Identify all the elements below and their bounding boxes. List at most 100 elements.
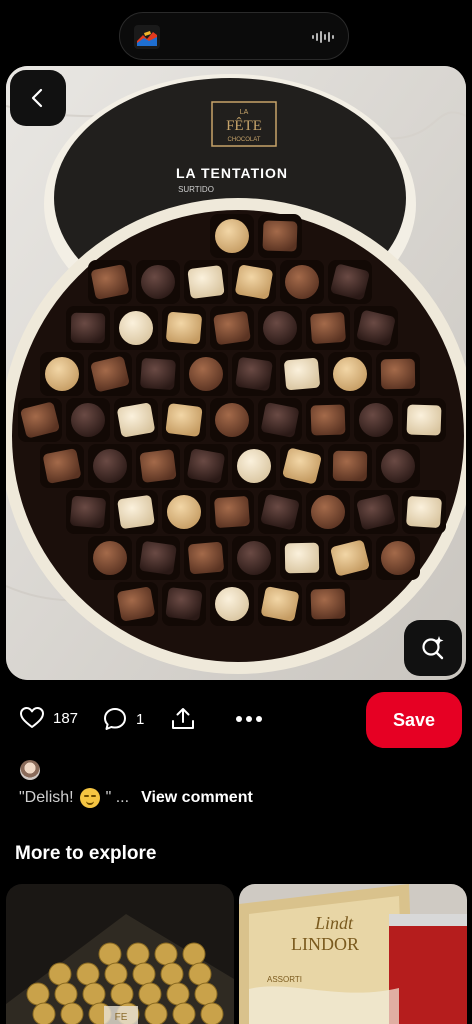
chocolate-piece	[310, 312, 346, 344]
comment-preview[interactable]: "Delish! " ... View comment	[19, 788, 253, 808]
action-bar: 187 1 Save	[0, 692, 472, 750]
lid-title: LA TENTATION	[176, 165, 288, 181]
gold-chocolate-ball	[60, 1002, 84, 1024]
chocolate-piece	[235, 265, 273, 299]
chocolate-piece	[381, 449, 415, 483]
chocolate-piece	[70, 312, 106, 344]
chocolate-piece	[237, 449, 271, 483]
audio-waveform-icon	[312, 29, 334, 45]
chocolate-piece	[310, 404, 346, 436]
more-to-explore-heading: More to explore	[15, 843, 157, 864]
comment-count: 1	[136, 710, 145, 728]
chocolate-piece	[165, 587, 203, 621]
lid-brand: FÊTE	[226, 117, 262, 134]
gold-chocolate-ball	[154, 942, 178, 966]
thumb-right-brand: Lindt	[314, 913, 354, 933]
chocolate-piece	[215, 587, 249, 621]
explore-pin-lindor[interactable]: Lindt LINDOR ASSORTI	[239, 884, 467, 1024]
pin-image[interactable]: LA FÊTE CHOCOLAT LA TENTATION SURTIDO	[6, 66, 466, 680]
chocolate-piece	[215, 403, 249, 437]
chocolate-piece	[93, 541, 127, 575]
ferrero-photo: FE	[6, 884, 234, 1024]
heart-icon	[20, 707, 44, 728]
app-thumbnail-icon	[134, 25, 160, 49]
chocolate-piece	[139, 449, 177, 483]
chocolate-piece	[187, 449, 225, 483]
chocolate-piece	[189, 357, 223, 391]
gold-chocolate-ball	[82, 982, 106, 1006]
gold-chocolate-ball	[104, 962, 128, 986]
chocolate-piece	[284, 542, 320, 574]
gold-chocolate-ball	[138, 982, 162, 1006]
chocolate-piece	[406, 496, 442, 528]
chocolate-piece	[93, 449, 127, 483]
gold-chocolate-ball	[126, 942, 150, 966]
chocolate-piece	[359, 403, 393, 437]
gold-chocolate-ball	[48, 962, 72, 986]
chevron-left-icon	[31, 88, 43, 108]
lindor-photo: Lindt LINDOR ASSORTI	[239, 884, 467, 1024]
gold-chocolate-ball	[54, 982, 78, 1006]
chocolate-piece	[167, 495, 201, 529]
chocolate-piece	[117, 495, 155, 529]
chocolate-piece	[333, 357, 367, 391]
chocolate-piece	[235, 357, 273, 391]
comment-bubble-icon	[104, 708, 126, 730]
chocolate-piece	[380, 358, 416, 390]
chocolate-piece	[141, 265, 175, 299]
chocolate-piece	[166, 311, 202, 345]
chocolate-piece	[262, 220, 298, 252]
chocolate-piece	[261, 586, 299, 622]
gold-chocolate-ball	[182, 942, 206, 966]
chocolate-box-photo: LA FÊTE CHOCOLAT LA TENTATION SURTIDO	[6, 66, 466, 680]
chocolate-piece	[70, 495, 106, 529]
save-button[interactable]: Save	[366, 692, 462, 748]
chocolate-piece	[71, 403, 105, 437]
chocolate-piece	[284, 357, 320, 391]
chocolate-piece	[213, 311, 251, 345]
chocolate-piece	[165, 403, 203, 437]
like-button[interactable]: 187	[19, 706, 78, 730]
thumb-right-tag: ASSORTI	[267, 975, 302, 984]
chocolate-piece	[237, 541, 271, 575]
gold-chocolate-ball	[144, 1002, 168, 1024]
relieved-face-emoji-icon	[79, 788, 100, 808]
back-button[interactable]	[10, 70, 66, 126]
chocolate-piece	[285, 265, 319, 299]
like-count: 187	[53, 709, 79, 727]
chocolate-piece	[332, 450, 368, 482]
comment-button[interactable]: 1	[102, 706, 144, 732]
chocolate-piece	[311, 495, 345, 529]
gold-chocolate-ball	[160, 962, 184, 986]
ellipsis-icon	[236, 716, 262, 722]
gold-chocolate-ball	[32, 1002, 56, 1024]
chocolate-piece	[140, 358, 176, 390]
comment-text-start: "Delish!	[19, 789, 74, 806]
chocolate-piece	[45, 357, 79, 391]
lid-brand-top: LA	[240, 109, 249, 116]
commenter-avatar[interactable]	[20, 760, 40, 780]
gold-chocolate-ball	[200, 1002, 224, 1024]
chocolate-piece	[215, 219, 249, 253]
thumb-right-product: LINDOR	[291, 934, 359, 954]
share-button[interactable]	[170, 706, 196, 732]
comment-text-end: " ...	[105, 789, 130, 806]
chocolate-piece	[406, 404, 442, 436]
chocolate-piece	[187, 265, 225, 299]
gold-chocolate-ball	[172, 1002, 196, 1024]
chocolate-piece	[91, 264, 129, 300]
chocolate-piece	[117, 587, 155, 621]
chocolate-piece	[214, 496, 250, 528]
share-icon	[172, 708, 194, 729]
lens-search-icon	[422, 636, 444, 660]
chocolate-piece	[188, 541, 224, 575]
explore-pin-ferrero[interactable]: FE	[6, 884, 234, 1024]
gold-chocolate-ball	[188, 962, 212, 986]
view-comment-link[interactable]: View comment	[141, 789, 253, 807]
chocolate-piece	[381, 541, 415, 575]
gold-chocolate-ball	[76, 962, 100, 986]
gold-chocolate-ball	[166, 982, 190, 1006]
visual-search-button[interactable]	[404, 620, 462, 676]
chocolate-piece	[263, 311, 297, 345]
more-options-button[interactable]	[234, 706, 264, 732]
